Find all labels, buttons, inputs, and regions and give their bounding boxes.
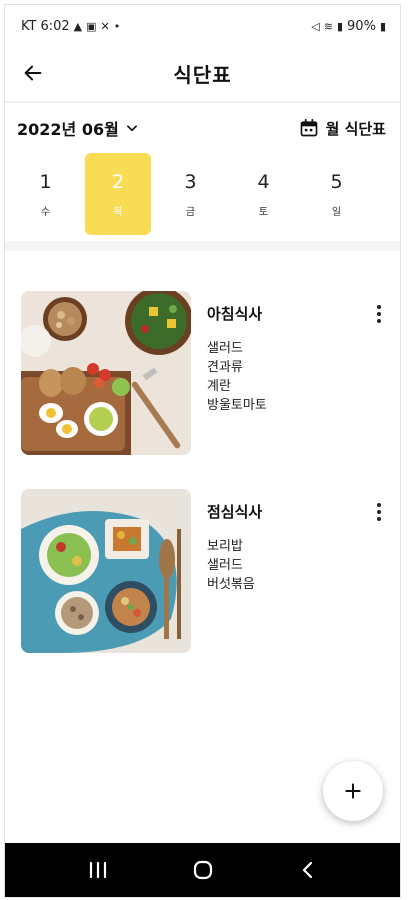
date-weekday: 목	[113, 206, 123, 218]
status-bar: KT 6:02 ▲ ▣ ✕ • ◁ ≋ ▮ 90% ▮	[5, 5, 400, 47]
more-vertical-icon[interactable]	[369, 499, 389, 525]
app-bar: 식단표	[5, 47, 400, 99]
page-title: 식단표	[173, 62, 232, 87]
meal-item: 견과류	[207, 360, 243, 375]
month-label: 2022년 06월	[17, 120, 119, 139]
monthly-plan-button[interactable]: 월 식단표	[299, 118, 386, 139]
warning-icon: ▲	[73, 19, 83, 33]
battery-icon: ▮	[379, 19, 386, 33]
lunch-photo	[21, 489, 191, 653]
home-button[interactable]	[173, 850, 233, 890]
plus-icon	[345, 783, 361, 799]
back-icon	[302, 861, 312, 879]
date-number: 3	[184, 170, 197, 193]
month-selector[interactable]: 2022년 06월	[17, 116, 139, 140]
date-number: 5	[330, 170, 343, 193]
divider	[5, 101, 400, 103]
app-screen: KT 6:02 ▲ ▣ ✕ • ◁ ≋ ▮ 90% ▮ 식단표 2022년 06…	[4, 4, 401, 898]
date-weekday: 토	[258, 206, 269, 218]
date-item[interactable]: 4 토	[227, 153, 300, 235]
clock: 6:02	[40, 18, 70, 34]
date-weekday: 금	[185, 206, 196, 218]
mute-icon: ◁	[311, 19, 320, 33]
more-vertical-icon[interactable]	[369, 301, 389, 327]
missed-call-icon: ✕	[100, 19, 110, 33]
meal-item: 계란	[207, 379, 231, 394]
meal-card: 점심식사 보리밥 샐러드 버섯볶음	[21, 489, 391, 653]
date-strip: 1 수 2 목 3 금 4 토 5 일 6 월	[9, 153, 400, 235]
meal-item: 버섯볶음	[207, 577, 255, 592]
system-back-button[interactable]	[278, 850, 338, 890]
meal-items: 보리밥 샐러드 버섯볶음	[207, 537, 255, 594]
date-number: 2	[111, 170, 125, 193]
meal-photo[interactable]	[21, 489, 191, 653]
back-button[interactable]	[19, 59, 47, 87]
monthly-plan-label: 월 식단표	[325, 119, 386, 138]
wifi-icon: ≋	[323, 19, 333, 33]
meal-title: 점심식사	[207, 503, 263, 521]
date-number: 1	[39, 170, 52, 193]
meal-title: 아침식사	[207, 305, 263, 323]
date-item[interactable]: 3 금	[154, 153, 227, 235]
signal-icon: ▮	[336, 19, 344, 33]
carrier: KT	[21, 18, 37, 34]
recents-button[interactable]	[68, 850, 128, 890]
date-item[interactable]: 6 월	[373, 153, 400, 235]
meal-card: 아침식사 샐러드 견과류 계란 방울토마토	[21, 291, 391, 455]
date-item[interactable]: 1 수	[9, 153, 82, 235]
dot-icon: •	[113, 19, 121, 33]
battery-percent: 90%	[347, 18, 376, 34]
meal-item: 방울토마토	[207, 398, 267, 413]
meal-items: 샐러드 견과류 계란 방울토마토	[207, 339, 267, 415]
system-nav-bar	[5, 843, 400, 897]
month-row: 2022년 06월 월 식단표	[5, 109, 400, 147]
date-weekday: 일	[331, 206, 342, 218]
image-icon: ▣	[86, 19, 97, 33]
home-icon	[193, 860, 212, 880]
chevron-down-icon	[126, 125, 137, 132]
date-weekday: 수	[40, 206, 51, 218]
date-item[interactable]: 5 일	[300, 153, 373, 235]
meal-photo[interactable]	[21, 291, 191, 455]
recents-icon	[89, 861, 106, 879]
meal-item: 보리밥	[207, 539, 243, 554]
arrow-left-icon	[24, 65, 42, 81]
calendar-icon	[300, 118, 317, 137]
breakfast-photo	[21, 291, 191, 455]
date-number: 4	[257, 170, 270, 193]
add-meal-button[interactable]	[323, 761, 383, 821]
section-divider	[5, 241, 400, 251]
date-item-selected[interactable]: 2 목	[85, 153, 151, 235]
meal-item: 샐러드	[207, 341, 243, 356]
meal-item: 샐러드	[207, 558, 243, 573]
